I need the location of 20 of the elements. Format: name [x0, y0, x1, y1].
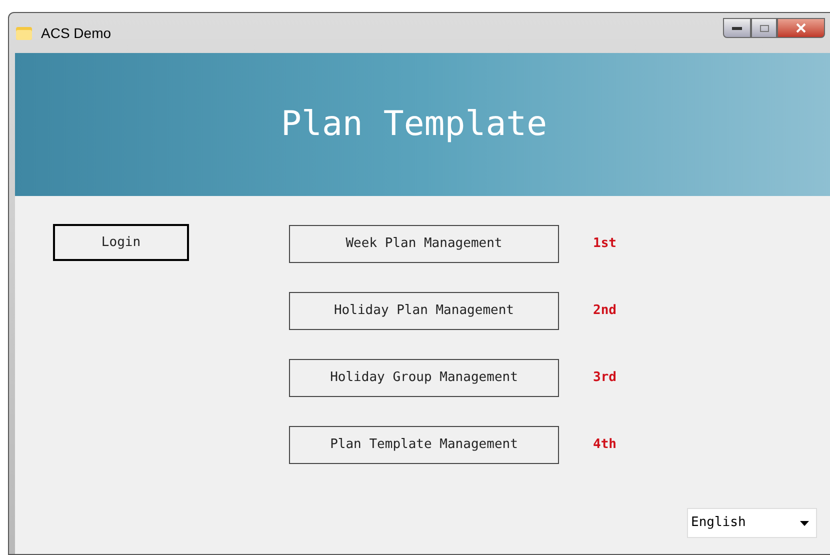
step-order: 4th: [593, 436, 616, 454]
management-button[interactable]: Plan Template Management: [289, 426, 559, 464]
minimize-icon: [732, 26, 742, 30]
step-order: 3rd: [593, 369, 616, 388]
close-icon: [796, 23, 806, 33]
maximize-icon: [760, 24, 768, 32]
step-order: 2nd: [593, 302, 616, 320]
login-button[interactable]: Login: [53, 224, 189, 261]
step-order: 1st: [593, 235, 616, 254]
language-dropdown[interactable]: English: [687, 508, 817, 538]
management-button[interactable]: Holiday Group Management: [289, 359, 559, 397]
close-button[interactable]: [777, 18, 825, 38]
folder-icon: [15, 25, 33, 41]
header-title: Plan Template: [281, 103, 548, 146]
management-button[interactable]: Holiday Plan Management: [289, 292, 559, 330]
window-title: ACS Demo: [41, 24, 112, 42]
caret-icon: [800, 520, 809, 526]
maximize-button[interactable]: [751, 18, 777, 38]
management-button[interactable]: Week Plan Management: [289, 225, 559, 263]
minimize-button[interactable]: [723, 18, 751, 38]
